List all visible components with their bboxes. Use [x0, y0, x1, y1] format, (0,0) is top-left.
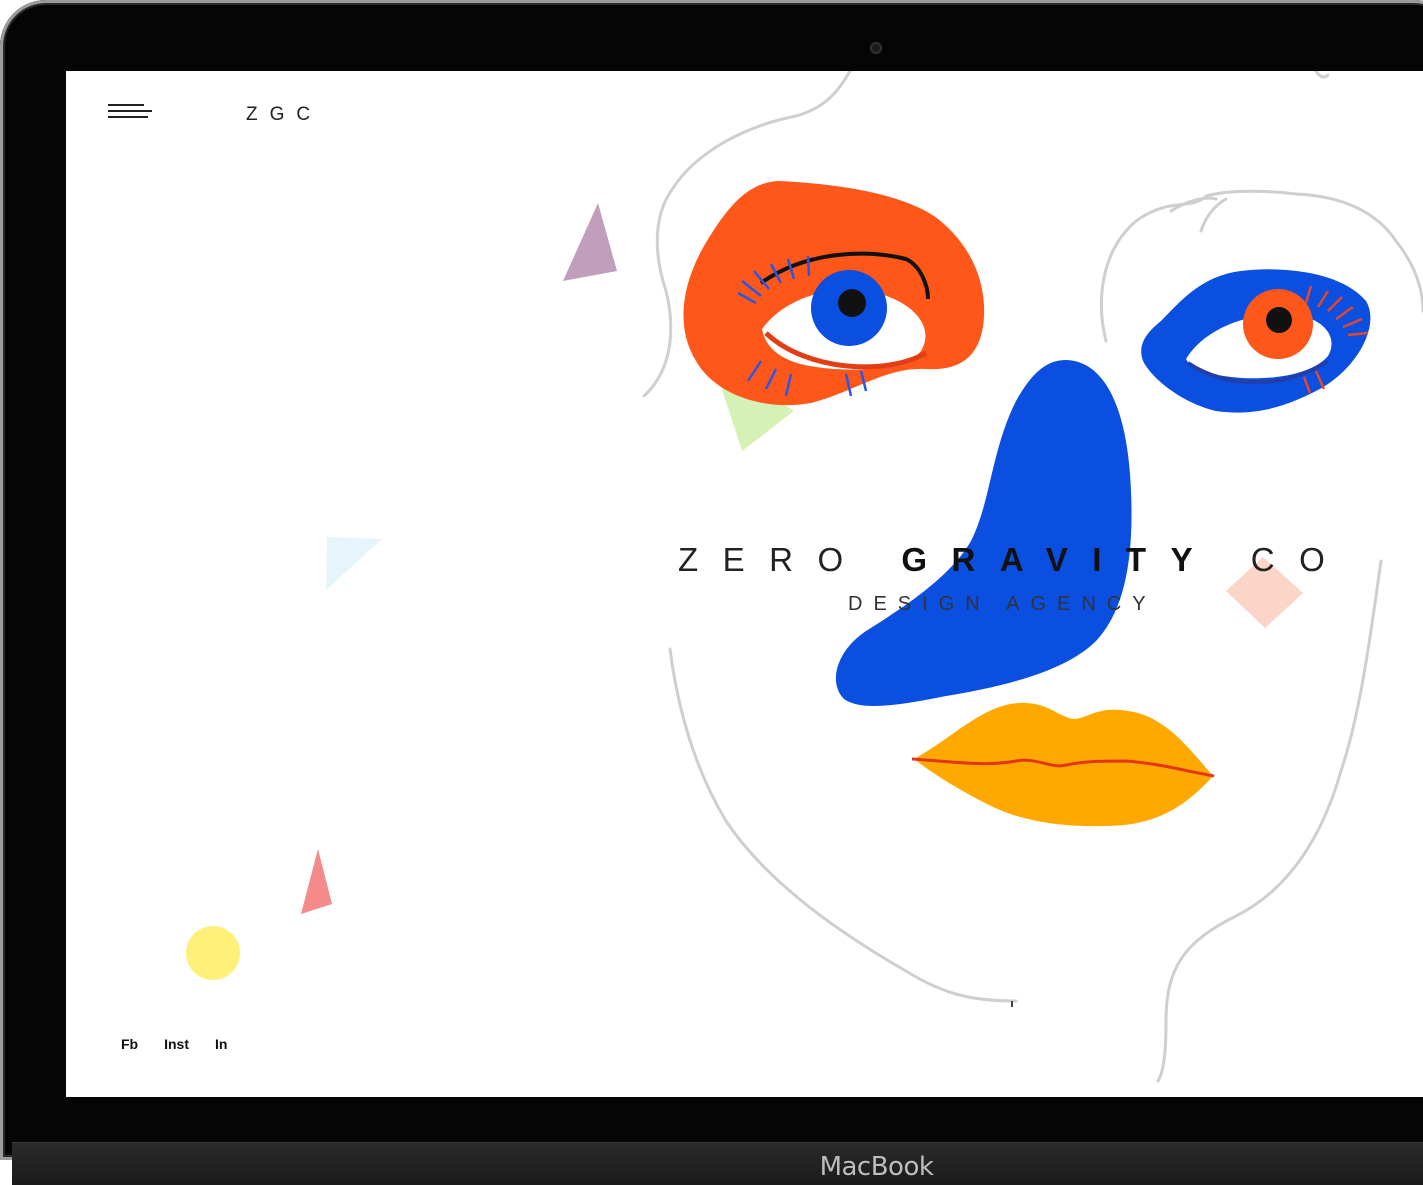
social-links: Fb Inst In — [121, 1036, 227, 1052]
social-link-instagram[interactable]: Inst — [164, 1036, 189, 1052]
social-link-linkedin[interactable]: In — [215, 1036, 227, 1052]
camera-icon — [870, 42, 882, 54]
hero-subtitle: DESIGN AGENCY — [848, 593, 1157, 615]
right-eye-pupil — [1266, 307, 1292, 333]
device-mockup: ZGC ZERO GRAVITY CO DESIGN AGENCY Fb Ins… — [0, 0, 1423, 1185]
hero-title-zero: ZERO — [678, 541, 868, 578]
hero-title-block: ZERO GRAVITY CO DESIGN AGENCY — [678, 541, 1325, 616]
blue-nose-stroke — [835, 360, 1132, 707]
hero-title-co: CO — [1250, 541, 1350, 578]
social-link-facebook[interactable]: Fb — [121, 1036, 138, 1052]
left-eye-pupil — [838, 289, 866, 317]
hero-title-gravity: GRAVITY — [901, 541, 1218, 578]
website-screen: ZGC ZERO GRAVITY CO DESIGN AGENCY Fb Ins… — [66, 71, 1423, 1097]
purple-triangle-shape — [563, 203, 617, 281]
lightblue-triangle-shape — [326, 537, 382, 590]
red-triangle-shape — [301, 849, 332, 914]
yellow-circle-shape — [186, 926, 240, 980]
hamburger-menu-icon[interactable] — [108, 104, 154, 124]
hero-title: ZERO GRAVITY CO — [678, 541, 1325, 579]
macbook-label: MacBook — [819, 1152, 934, 1182]
brand-logo[interactable]: ZGC — [246, 104, 322, 126]
